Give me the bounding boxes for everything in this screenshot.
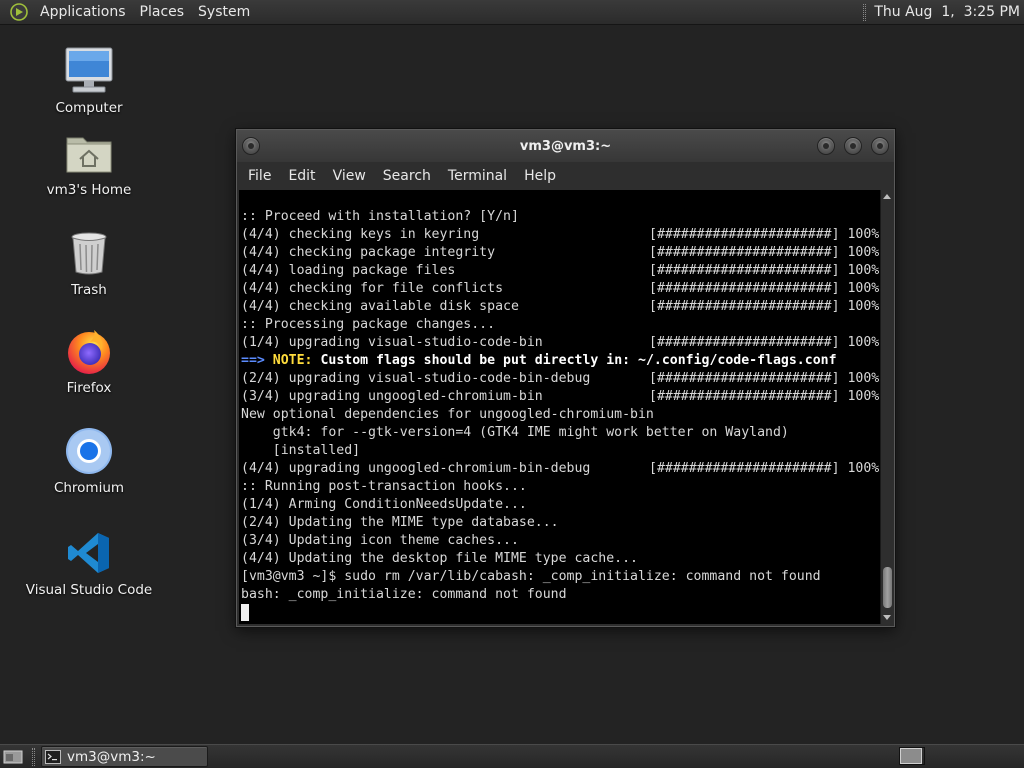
- terminal-scrollbar[interactable]: [880, 190, 893, 624]
- window-menu-button[interactable]: [242, 137, 260, 155]
- bottom-panel: vm3@vm3:~: [0, 744, 1024, 768]
- desktop-icon-chromium[interactable]: Chromium: [24, 425, 154, 496]
- desktop-icon-label: Firefox: [66, 380, 112, 396]
- line-text: (4/4) upgrading ungoogled-chromium-bin-d…: [241, 461, 591, 476]
- desktop-icon-label: Computer: [55, 100, 123, 116]
- taskbar-separator: [32, 747, 35, 766]
- applications-menu[interactable]: Applications: [33, 4, 133, 20]
- progress-bar-text: [######################] 100%: [649, 461, 880, 476]
- progress-bar-text: [######################] 100%: [649, 389, 880, 404]
- close-button[interactable]: [871, 137, 889, 155]
- line-text: (4/4) checking for file conflicts: [241, 281, 504, 296]
- terminal-line: (1/4) upgrading visual-studio-code-bin [#…: [241, 334, 880, 352]
- show-desktop-button[interactable]: [2, 748, 24, 766]
- terminal-window: vm3@vm3:~ File Edit View Search Terminal…: [236, 129, 895, 627]
- trash-icon: [63, 227, 115, 279]
- terminal-line: gtk4: for --gtk-version=4 (GTK4 IME migh…: [241, 425, 789, 440]
- vscode-icon: [63, 527, 115, 579]
- chromium-icon: [63, 425, 115, 477]
- terminal-line: (4/4) loading package files [############…: [241, 262, 880, 280]
- desktop-icon-vscode[interactable]: Visual Studio Code: [24, 527, 154, 598]
- note-message: Custom flags should be put directly in: …: [320, 353, 837, 368]
- terminal-line: (3/4) Updating icon theme caches...: [241, 533, 519, 548]
- progress-bar-text: [######################] 100%: [649, 281, 880, 296]
- terminal-line: :: Processing package changes...: [241, 317, 496, 332]
- maximize-button[interactable]: [844, 137, 862, 155]
- places-menu[interactable]: Places: [133, 4, 192, 20]
- progress-bar-text: [######################] 100%: [649, 371, 880, 386]
- desktop-icon-label: Chromium: [53, 480, 125, 496]
- terminal-line: (2/4) upgrading visual-studio-code-bin-d…: [241, 370, 880, 388]
- note-arrow: ==>: [241, 353, 265, 368]
- terminal-line: (4/4) checking package integrity [#######…: [241, 244, 880, 262]
- terminal-line: (4/4) checking available disk space [####…: [241, 298, 880, 316]
- terminal-line: [installed]: [241, 443, 361, 458]
- show-desktop-icon: [3, 750, 23, 763]
- terminal-line: (4/4) checking for file conflicts [######…: [241, 280, 880, 298]
- menu-terminal[interactable]: Terminal: [440, 168, 515, 184]
- line-text: (4/4) checking available disk space: [241, 299, 519, 314]
- top-panel: Applications Places System Thu Aug 1, 3:…: [0, 0, 1024, 25]
- distro-logo-icon[interactable]: [9, 2, 29, 22]
- system-menu[interactable]: System: [191, 4, 257, 20]
- terminal-line: (4/4) Updating the desktop file MIME typ…: [241, 551, 638, 566]
- progress-bar-text: [######################] 100%: [649, 245, 880, 260]
- menu-help[interactable]: Help: [516, 168, 564, 184]
- line-text: (3/4) upgrading ungoogled-chromium-bin: [241, 389, 543, 404]
- menu-search[interactable]: Search: [375, 168, 439, 184]
- home-folder-icon: [63, 127, 115, 179]
- window-titlebar[interactable]: vm3@vm3:~: [237, 130, 894, 162]
- menu-edit[interactable]: Edit: [280, 168, 323, 184]
- firefox-icon: [63, 325, 115, 377]
- line-text: (2/4) upgrading visual-studio-code-bin-d…: [241, 371, 591, 386]
- progress-bar-text: [######################] 100%: [649, 299, 880, 314]
- scrollbar-thumb[interactable]: [883, 567, 892, 608]
- desktop-icon-trash[interactable]: Trash: [24, 227, 154, 298]
- desktop-icon-home[interactable]: vm3's Home: [24, 127, 154, 198]
- terminal-line: (1/4) Arming ConditionNeedsUpdate...: [241, 497, 527, 512]
- terminal-line: bash: _comp_initialize: command not foun…: [241, 587, 567, 602]
- terminal-line: (4/4) upgrading ungoogled-chromium-bin-d…: [241, 460, 880, 478]
- scroll-up-arrow-icon[interactable]: [883, 194, 891, 199]
- line-text: (4/4) checking keys in keyring: [241, 227, 480, 242]
- terminal-line: (4/4) checking keys in keyring [#########…: [241, 226, 880, 244]
- workspace-1[interactable]: [900, 748, 922, 764]
- note-label: NOTE:: [272, 353, 313, 368]
- text-cursor: [241, 604, 249, 621]
- panel-separator: [863, 3, 867, 21]
- terminal-line: :: Proceed with installation? [Y/n]: [241, 209, 519, 224]
- window-title: vm3@vm3:~: [519, 138, 612, 154]
- terminal-line: (3/4) upgrading ungoogled-chromium-bin [#…: [241, 388, 880, 406]
- terminal-prompt-line[interactable]: [241, 604, 880, 622]
- clock[interactable]: Thu Aug 1, 3:25 PM: [874, 4, 1024, 20]
- terminal-line: [vm3@vm3 ~]$ sudo rm /var/lib/cabash: _c…: [241, 569, 821, 584]
- line-text: (4/4) loading package files: [241, 263, 456, 278]
- desktop-icon-label: vm3's Home: [46, 182, 132, 198]
- desktop-icon-computer[interactable]: Computer: [24, 45, 154, 116]
- menu-file[interactable]: File: [240, 168, 279, 184]
- progress-bar-text: [######################] 100%: [649, 335, 880, 350]
- desktop-icon-label: Visual Studio Code: [25, 582, 153, 598]
- terminal-line: New optional dependencies for ungoogled-…: [241, 407, 654, 422]
- line-text: (4/4) checking package integrity: [241, 245, 496, 260]
- line-text: (1/4) upgrading visual-studio-code-bin: [241, 335, 543, 350]
- menu-view[interactable]: View: [325, 168, 374, 184]
- taskbar-window-button[interactable]: vm3@vm3:~: [41, 746, 208, 767]
- desktop-icon-firefox[interactable]: Firefox: [24, 325, 154, 396]
- scroll-down-arrow-icon[interactable]: [883, 615, 891, 620]
- terminal-note-line: ==> NOTE: Custom flags should be put dir…: [241, 352, 880, 370]
- progress-bar-text: [######################] 100%: [649, 227, 880, 242]
- computer-icon: [63, 45, 115, 97]
- terminal-icon: [45, 749, 61, 764]
- terminal-menubar: File Edit View Search Terminal Help: [237, 162, 894, 190]
- minimize-button[interactable]: [817, 137, 835, 155]
- terminal-output[interactable]: :: Proceed with installation? [Y/n] (4/4…: [239, 190, 880, 624]
- progress-bar-text: [######################] 100%: [649, 263, 880, 278]
- desktop-icon-label: Trash: [71, 282, 107, 298]
- terminal-line: (2/4) Updating the MIME type database...: [241, 515, 559, 530]
- taskbar-window-label: vm3@vm3:~: [67, 748, 156, 765]
- terminal-line: :: Running post-transaction hooks...: [241, 479, 527, 494]
